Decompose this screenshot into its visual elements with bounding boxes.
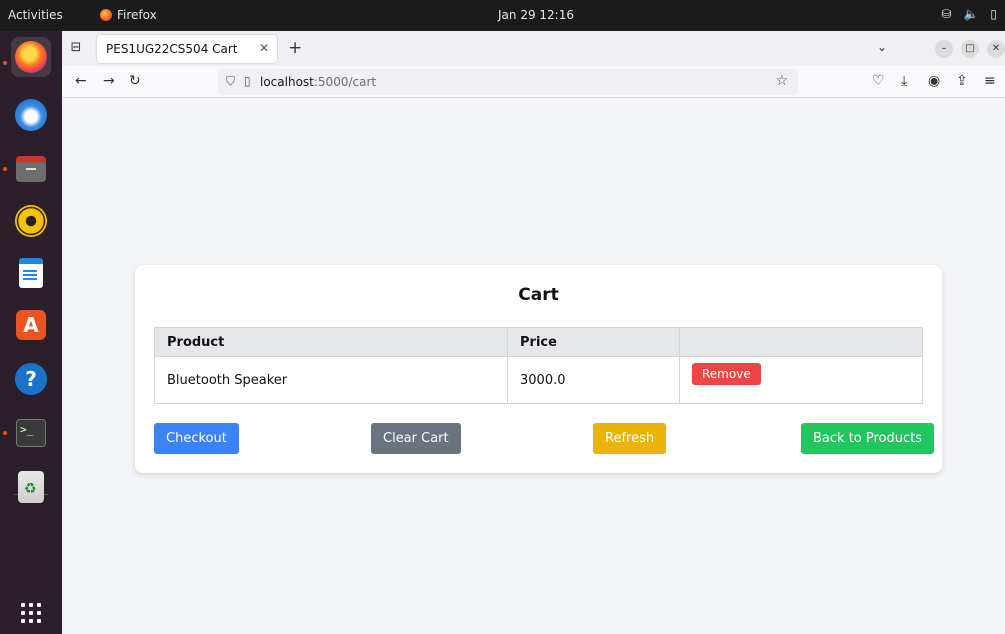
rhythmbox-icon — [15, 205, 47, 237]
back-arrow-icon[interactable]: ← — [75, 73, 87, 89]
firefox-icon — [15, 41, 47, 73]
new-tab-icon[interactable]: + — [288, 38, 302, 58]
refresh-button[interactable]: Refresh — [593, 423, 667, 454]
network-icon: ⛁ — [941, 7, 952, 21]
tracking-shield-icon[interactable]: ⛉ — [226, 74, 235, 89]
menu-icon[interactable]: ≡ — [984, 73, 996, 89]
system-tray[interactable]: ⛁ 🔈 ▯ — [941, 7, 997, 21]
page-title: Cart — [518, 285, 559, 305]
dock-terminal[interactable]: >_ — [11, 413, 51, 453]
app-center-icon: A — [16, 310, 46, 340]
navigation-toolbar: ← → ↻ ⛉ ▯ localhost:5000/cart ☆ ♡ ⤓ ◉ ⇪ … — [62, 66, 1005, 98]
clear-cart-button[interactable]: Clear Cart — [371, 423, 461, 454]
dock-writer[interactable] — [11, 253, 51, 293]
column-header-action — [679, 327, 923, 357]
product-name: Bluetooth Speaker — [154, 356, 508, 404]
url-text[interactable]: localhost:5000/cart — [260, 75, 376, 89]
tab-cart[interactable]: PES1UG22CS504 Cart ✕ — [97, 35, 277, 63]
checkout-button[interactable]: Checkout — [154, 423, 239, 454]
maximize-icon[interactable]: □ — [961, 40, 979, 58]
extensions-icon[interactable]: ⇪ — [956, 73, 968, 89]
thunderbird-icon — [15, 99, 47, 131]
column-header-price: Price — [507, 327, 680, 357]
close-tab-icon[interactable]: ✕ — [259, 41, 269, 55]
firefox-small-icon — [100, 9, 112, 21]
dock: A ? >_ — [0, 31, 62, 634]
dock-help[interactable]: ? — [11, 359, 51, 399]
files-icon — [16, 156, 46, 182]
cart-card: Cart Product Price Bluetooth Speaker 300… — [135, 265, 942, 473]
pocket-icon[interactable]: ♡ — [872, 73, 885, 89]
action-cell: Remove — [679, 356, 923, 404]
downloads-icon[interactable]: ⤓ — [901, 73, 907, 89]
account-icon[interactable]: ◉ — [928, 73, 940, 89]
url-bar[interactable]: ⛉ ▯ localhost:5000/cart ☆ — [218, 69, 798, 95]
table-row: Bluetooth Speaker 3000.0 Remove — [154, 356, 923, 404]
trash-icon — [18, 471, 44, 503]
running-indicator — [3, 167, 7, 171]
dock-rhythmbox[interactable] — [11, 201, 51, 241]
app-menu-label: Firefox — [117, 8, 157, 22]
back-to-products-button[interactable]: Back to Products — [801, 423, 935, 454]
help-icon: ? — [15, 363, 47, 395]
remove-button[interactable]: Remove — [692, 363, 761, 385]
activities-button[interactable]: Activities — [8, 8, 63, 22]
terminal-icon: >_ — [16, 419, 46, 447]
tab-list-icon[interactable]: ⊟ — [68, 40, 84, 56]
url-path: :5000/cart — [313, 75, 377, 89]
app-menu[interactable]: Firefox — [100, 8, 157, 22]
page-content: Cart Product Price Bluetooth Speaker 300… — [62, 98, 1005, 634]
cart-table: Product Price Bluetooth Speaker 3000.0 R… — [154, 327, 923, 404]
page-info-icon[interactable]: ▯ — [244, 74, 251, 88]
volume-icon: 🔈 — [963, 7, 979, 21]
system-top-bar: Activities Firefox Jan 29 12:16 ⛁ 🔈 ▯ — [0, 0, 1005, 31]
battery-icon: ▯ — [990, 7, 997, 21]
tab-bar: ⊟ PES1UG22CS504 Cart ✕ + ⌄ – □ ✕ — [62, 31, 1005, 66]
dock-trash[interactable] — [11, 467, 51, 507]
tab-title: PES1UG22CS504 Cart — [106, 42, 238, 56]
running-indicator — [3, 61, 7, 65]
show-apps-icon[interactable] — [21, 603, 41, 623]
firefox-window: ⊟ PES1UG22CS504 Cart ✕ + ⌄ – □ ✕ ← → ↻ ⛉… — [62, 31, 1005, 634]
close-window-icon[interactable]: ✕ — [987, 40, 1005, 58]
minimize-icon[interactable]: – — [935, 40, 953, 58]
writer-icon — [19, 258, 43, 288]
column-header-product: Product — [154, 327, 508, 357]
chevron-down-icon[interactable]: ⌄ — [877, 40, 887, 54]
bookmark-star-icon[interactable]: ☆ — [775, 73, 788, 89]
clock[interactable]: Jan 29 12:16 — [498, 8, 574, 22]
dock-files[interactable] — [11, 149, 51, 189]
product-price: 3000.0 — [507, 356, 680, 404]
reload-icon[interactable]: ↻ — [129, 73, 141, 89]
dock-thunderbird[interactable] — [11, 95, 51, 135]
running-indicator — [3, 431, 7, 435]
url-host: localhost — [260, 75, 314, 89]
table-header-row: Product Price — [154, 327, 923, 357]
dock-app-center[interactable]: A — [11, 305, 51, 345]
dock-firefox[interactable] — [11, 37, 51, 77]
forward-arrow-icon[interactable]: → — [103, 73, 115, 89]
